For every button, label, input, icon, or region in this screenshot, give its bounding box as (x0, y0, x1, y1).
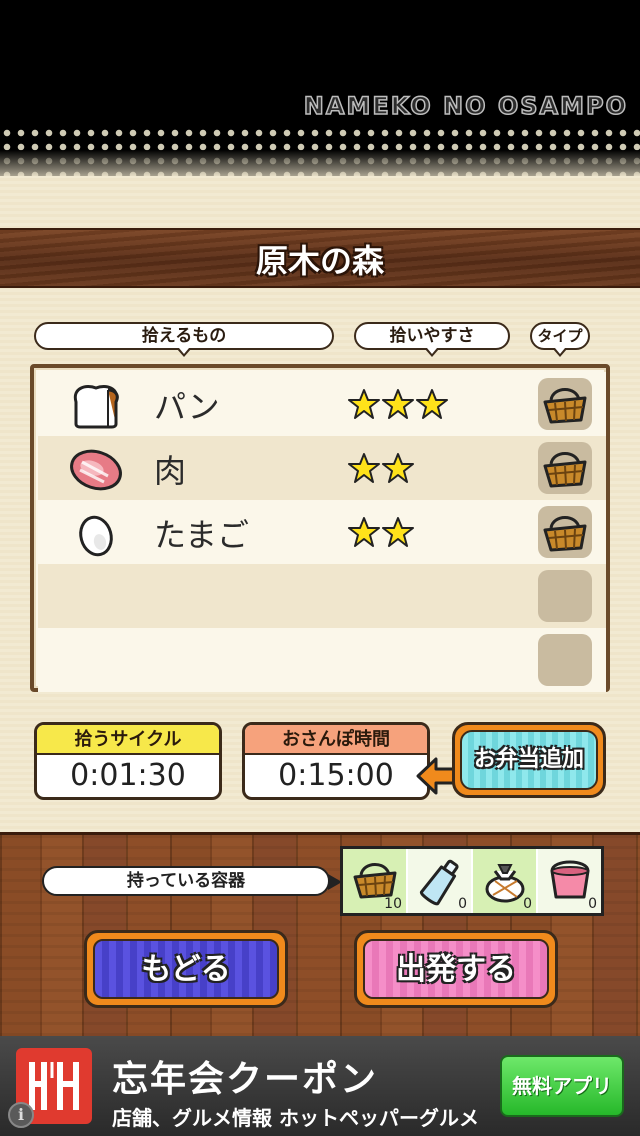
item-name: パン (154, 388, 220, 426)
rating-stars (348, 452, 414, 486)
top-banner: NAMEKO NO OSAMPO (0, 0, 640, 176)
column-header-ease: 拾いやすさ (354, 322, 510, 357)
item-name: たまご (154, 516, 250, 554)
basket-icon (543, 516, 587, 552)
ad-info-icon[interactable]: i (8, 1102, 34, 1128)
cycle-label: 拾うサイクル (37, 725, 219, 755)
start-walk-button[interactable]: 出発する (354, 930, 558, 1008)
list-item: パン (38, 372, 606, 436)
type-cell (538, 506, 592, 558)
type-cell (538, 378, 592, 430)
item-name: 肉 (154, 452, 187, 490)
list-item: 肉 (38, 436, 606, 500)
bundle-icon (485, 864, 525, 903)
meat-icon (70, 449, 122, 491)
column-header-type: タイプ (530, 322, 590, 357)
basket-icon (353, 863, 397, 899)
star-icon (382, 389, 414, 419)
star-icon (416, 389, 448, 419)
page-title: 原木の森 (255, 242, 384, 280)
rating-stars (348, 388, 448, 422)
egg-icon (79, 515, 113, 557)
star-icon (348, 453, 380, 483)
container-cell: 0 (473, 849, 538, 913)
container-count: 0 (523, 896, 532, 912)
column-header-items: 拾えるもの (34, 322, 334, 357)
walk-time-label: おさんぽ時間 (245, 725, 427, 755)
container-cell: 0 (538, 849, 601, 913)
brand-title: NAMEKO NO OSAMPO (303, 91, 628, 121)
list-item-empty (38, 628, 606, 692)
start-walk-label: 出発する (363, 939, 549, 999)
container-cell: 0 (408, 849, 473, 913)
list-item-empty (38, 564, 606, 628)
ad-install-button[interactable]: 無料アプリ (500, 1055, 624, 1117)
container-count: 10 (384, 896, 402, 912)
bucket-icon (550, 860, 590, 899)
decorative-fade (0, 150, 640, 176)
star-icon (382, 517, 414, 547)
star-icon (348, 389, 380, 419)
containers-panel: 10 0 0 0 (340, 846, 604, 916)
back-button[interactable]: もどる (84, 930, 288, 1008)
bottle-icon (419, 859, 459, 906)
back-button-label: もどる (93, 939, 279, 999)
type-cell (538, 442, 592, 494)
walk-time-box: おさんぽ時間 0:15:00 (242, 722, 430, 800)
walk-time-value: 0:15:00 (278, 758, 394, 793)
basket-icon (543, 452, 587, 488)
container-count: 0 (588, 896, 597, 912)
containers-label: 持っている容器 (42, 866, 342, 896)
ad-title: 忘年会クーポン (112, 1059, 379, 1100)
basket-icon (543, 388, 587, 424)
type-cell-empty (538, 634, 592, 686)
cycle-value: 0:01:30 (70, 758, 186, 793)
add-bento-label: お弁当追加 (460, 730, 598, 790)
container-cell: 10 (343, 849, 408, 913)
type-cell-empty (538, 570, 592, 622)
container-count: 0 (458, 896, 467, 912)
add-bento-button[interactable]: お弁当追加 (452, 722, 606, 798)
star-icon (348, 517, 380, 547)
star-icon (382, 453, 414, 483)
items-list: パン 肉 たまご (30, 364, 610, 692)
rating-stars (348, 516, 414, 550)
cycle-box: 拾うサイクル 0:01:30 (34, 722, 222, 800)
ad-subtitle: 店舗、グルメ情報 ホットペッパーグルメ (112, 1106, 479, 1130)
bread-icon (73, 385, 119, 429)
list-item: たまご (38, 500, 606, 564)
